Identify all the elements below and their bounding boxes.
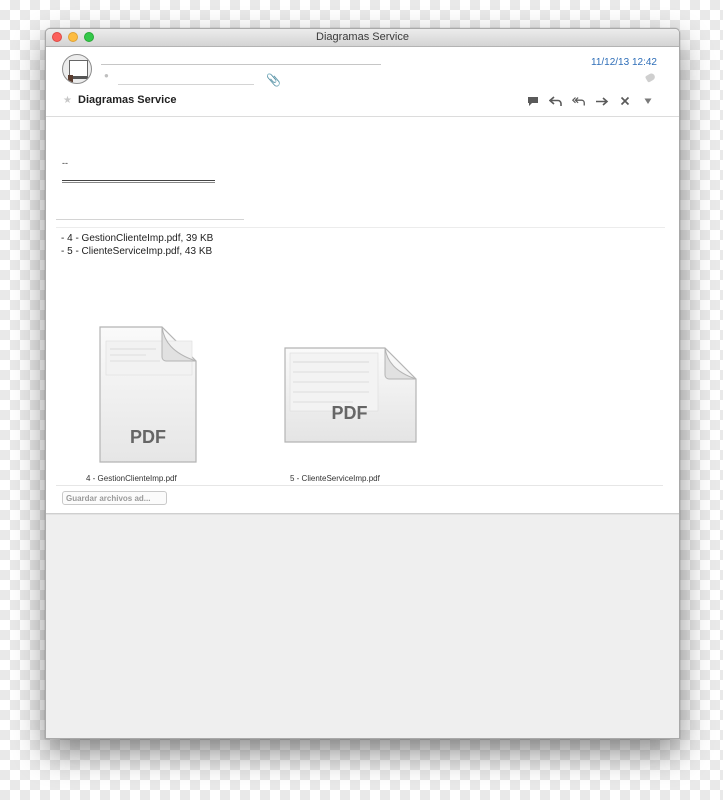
- message-header: ● 📎 11/12/13 12:42 ★ Diagramas Service: [46, 47, 679, 117]
- menu-arrow-icon[interactable]: [641, 94, 655, 108]
- signature-redacted-line-2: [62, 182, 215, 183]
- sender-avatar: [62, 54, 92, 84]
- message-date: 11/12/13 12:42: [591, 57, 657, 68]
- recipient-redacted-line: [118, 84, 254, 85]
- empty-message-pane: [46, 514, 679, 738]
- message-body: -- - 4 - GestionClienteImp.pdf, 39 KB - …: [46, 117, 679, 513]
- window-title: Diagramas Service: [316, 31, 409, 43]
- attachment-list-item: - 5 - ClienteServiceImp.pdf, 43 KB: [61, 246, 213, 257]
- message-subject: Diagramas Service: [78, 94, 177, 106]
- pdf-badge: PDF: [331, 403, 368, 423]
- attachment-filename-1[interactable]: 4 - GestionClienteImp.pdf: [86, 474, 177, 483]
- sender-redacted-line: [101, 64, 381, 65]
- attachment-list-item: - 4 - GestionClienteImp.pdf, 39 KB: [61, 233, 214, 244]
- quote-separator: [56, 219, 244, 220]
- attachment-list: - 4 - GestionClienteImp.pdf, 39 KB - 5 -…: [61, 232, 213, 258]
- title-bar[interactable]: Diagramas Service: [46, 29, 679, 47]
- reply-all-icon[interactable]: [572, 94, 586, 108]
- save-divider: [56, 485, 663, 486]
- reply-icon[interactable]: [549, 94, 563, 108]
- star-icon[interactable]: ★: [63, 95, 72, 106]
- pdf-attachment-2[interactable]: PDF: [283, 346, 418, 444]
- forward-icon[interactable]: [595, 94, 609, 108]
- save-attachments-button[interactable]: Guardar archivos ad...: [62, 491, 167, 505]
- signature-dash: --: [62, 158, 68, 168]
- pdf-badge: PDF: [130, 427, 166, 447]
- attachment-divider: [56, 227, 665, 228]
- paperclip-icon: 📎: [266, 73, 281, 87]
- comment-icon[interactable]: [526, 94, 540, 108]
- delete-icon[interactable]: [618, 94, 632, 108]
- attachment-filename-2[interactable]: 5 - ClienteServiceImp.pdf: [290, 474, 380, 483]
- flag-tag-icon[interactable]: [644, 72, 657, 83]
- mail-window: Diagramas Service ● 📎 11/12/13 12:42 ★ D…: [45, 28, 680, 739]
- message-toolbar: [526, 94, 655, 108]
- pdf-file-icon: [284, 347, 417, 443]
- pdf-attachment-1[interactable]: PDF: [98, 325, 198, 465]
- signature-redacted-line: [62, 180, 215, 181]
- recipient-bullet-icon: ●: [104, 71, 109, 80]
